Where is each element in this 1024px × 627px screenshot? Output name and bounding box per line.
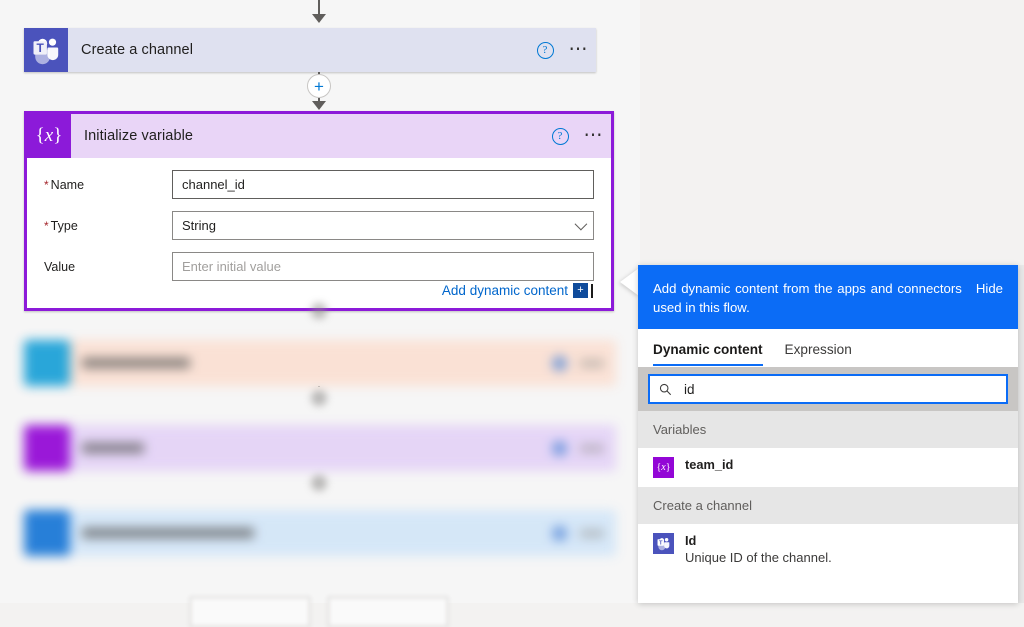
field-control-type: String bbox=[172, 211, 594, 240]
field-row-type: * Type String bbox=[44, 211, 594, 240]
panel-banner: Add dynamic content from the apps and co… bbox=[638, 265, 1018, 329]
action-card-initialize-variable[interactable]: {x} Initialize variable ? ⋯ * Name * Typ… bbox=[24, 111, 614, 311]
field-label-value: Value bbox=[44, 260, 172, 274]
panel-banner-text: Add dynamic content from the apps and co… bbox=[653, 281, 962, 315]
card-title: Initialize variable bbox=[84, 128, 194, 144]
action-card-dimmed-3[interactable] bbox=[24, 510, 616, 556]
connector-line-dimmed-1 bbox=[318, 386, 320, 387]
search-bar-container bbox=[638, 367, 1018, 411]
more-options-ellipsis-icon-dimmed-3 bbox=[580, 529, 604, 537]
action-card-dimmed-1[interactable] bbox=[24, 340, 616, 386]
variable-type-selected-value: String bbox=[182, 218, 216, 233]
flow-designer-canvas: T Create a channel ? ⋯ + {x} Initialize … bbox=[0, 0, 640, 627]
variable-braces-icon: {x} bbox=[27, 114, 71, 158]
tab-expression[interactable]: Expression bbox=[785, 342, 852, 366]
add-dynamic-content-row: Add dynamic content + bbox=[44, 283, 594, 298]
connector-icon-dimmed-3 bbox=[24, 510, 70, 556]
help-question-icon[interactable]: ? bbox=[528, 28, 562, 72]
card-title-dimmed-2 bbox=[82, 443, 144, 453]
text-caret bbox=[591, 283, 593, 298]
tab-dynamic-content[interactable]: Dynamic content bbox=[653, 342, 763, 366]
help-question-icon-dimmed-2 bbox=[552, 440, 567, 456]
card-title: Create a channel bbox=[81, 42, 194, 58]
help-question-icon[interactable]: ? bbox=[543, 114, 577, 158]
dynamic-content-panel: Add dynamic content from the apps and co… bbox=[638, 265, 1018, 603]
insert-node-dimmed-1 bbox=[311, 303, 327, 319]
panel-pointer-notch bbox=[620, 268, 639, 296]
footer-button-dimmed-2[interactable] bbox=[328, 597, 448, 627]
panel-tabs: Dynamic content Expression bbox=[638, 329, 1018, 367]
dynamic-content-list[interactable]: Variables {x} team_id Create a channel T… bbox=[638, 411, 1018, 603]
list-item[interactable]: T Id Unique ID of the channel. bbox=[638, 524, 1018, 575]
field-label-type: * Type bbox=[44, 219, 172, 233]
field-label-name: * Name bbox=[44, 178, 172, 192]
plus-icon: + bbox=[314, 76, 324, 96]
group-header-variables: Variables bbox=[638, 411, 1018, 448]
required-asterisk: * bbox=[44, 177, 49, 192]
microsoft-teams-icon: T bbox=[653, 533, 674, 554]
variable-value-input[interactable] bbox=[172, 252, 594, 281]
insert-node-dimmed-3 bbox=[311, 475, 327, 491]
help-question-icon-dimmed-3 bbox=[552, 525, 567, 541]
search-box[interactable] bbox=[648, 374, 1008, 404]
card-body: * Name * Type String bbox=[27, 158, 611, 308]
dynamic-content-search-input[interactable] bbox=[682, 380, 997, 398]
field-control-name bbox=[172, 170, 594, 199]
svg-text:T: T bbox=[37, 41, 45, 55]
panel-right-strip bbox=[1018, 265, 1024, 603]
hide-panel-link[interactable]: Hide bbox=[976, 279, 1003, 298]
search-magnifier-icon bbox=[659, 383, 672, 395]
required-asterisk: * bbox=[44, 218, 49, 233]
card-title-dimmed-1 bbox=[82, 358, 190, 368]
list-item[interactable]: {x} team_id bbox=[638, 448, 1018, 487]
action-card-dimmed-2[interactable] bbox=[24, 425, 616, 471]
field-label-text: Name bbox=[50, 177, 85, 192]
connector-arrow-1 bbox=[312, 101, 326, 110]
more-options-ellipsis-icon[interactable]: ⋯ bbox=[562, 28, 596, 72]
help-question-icon-dimmed-1 bbox=[552, 355, 567, 371]
add-dynamic-content-link[interactable]: Add dynamic content bbox=[442, 283, 568, 298]
variable-name-input[interactable] bbox=[172, 170, 594, 199]
footer-button-dimmed-1[interactable] bbox=[190, 597, 310, 627]
card-header[interactable]: T Create a channel ? ⋯ bbox=[24, 28, 596, 72]
list-item-name: team_id bbox=[685, 457, 734, 472]
insert-node-dimmed-2 bbox=[311, 390, 327, 406]
field-row-name: * Name bbox=[44, 170, 594, 199]
card-header[interactable]: {x} Initialize variable ? ⋯ bbox=[27, 114, 611, 158]
more-options-ellipsis-icon[interactable]: ⋯ bbox=[577, 114, 611, 158]
variable-braces-icon: {x} bbox=[653, 457, 674, 478]
variable-braces-icon-glyph: {x} bbox=[27, 114, 71, 158]
field-label-text: Type bbox=[50, 218, 78, 233]
action-card-create-a-channel[interactable]: T Create a channel ? ⋯ bbox=[24, 28, 596, 72]
microsoft-teams-icon: T bbox=[24, 28, 68, 72]
variable-type-dropdown[interactable]: String bbox=[172, 211, 594, 240]
microsoft-teams-icon-glyph: T bbox=[24, 28, 68, 72]
connector-icon-dimmed-2 bbox=[24, 425, 70, 471]
field-row-value: Value bbox=[44, 252, 594, 281]
connector-icon-dimmed-1 bbox=[24, 340, 70, 386]
svg-text:T: T bbox=[659, 540, 663, 546]
insert-new-step-button[interactable]: + bbox=[307, 74, 331, 98]
chevron-down-icon bbox=[574, 217, 588, 230]
add-dynamic-content-plus-icon[interactable]: + bbox=[573, 283, 588, 298]
field-label-text: Value bbox=[44, 259, 76, 274]
more-options-ellipsis-icon-dimmed-2 bbox=[580, 444, 604, 452]
card-title-dimmed-3 bbox=[82, 528, 254, 538]
list-item-description: Unique ID of the channel. bbox=[685, 550, 832, 565]
field-control-value bbox=[172, 252, 594, 281]
group-header-create-a-channel: Create a channel bbox=[638, 487, 1018, 524]
list-item-name: Id bbox=[685, 533, 697, 548]
connector-arrow-top bbox=[312, 14, 326, 23]
more-options-ellipsis-icon-dimmed-1 bbox=[580, 359, 604, 367]
